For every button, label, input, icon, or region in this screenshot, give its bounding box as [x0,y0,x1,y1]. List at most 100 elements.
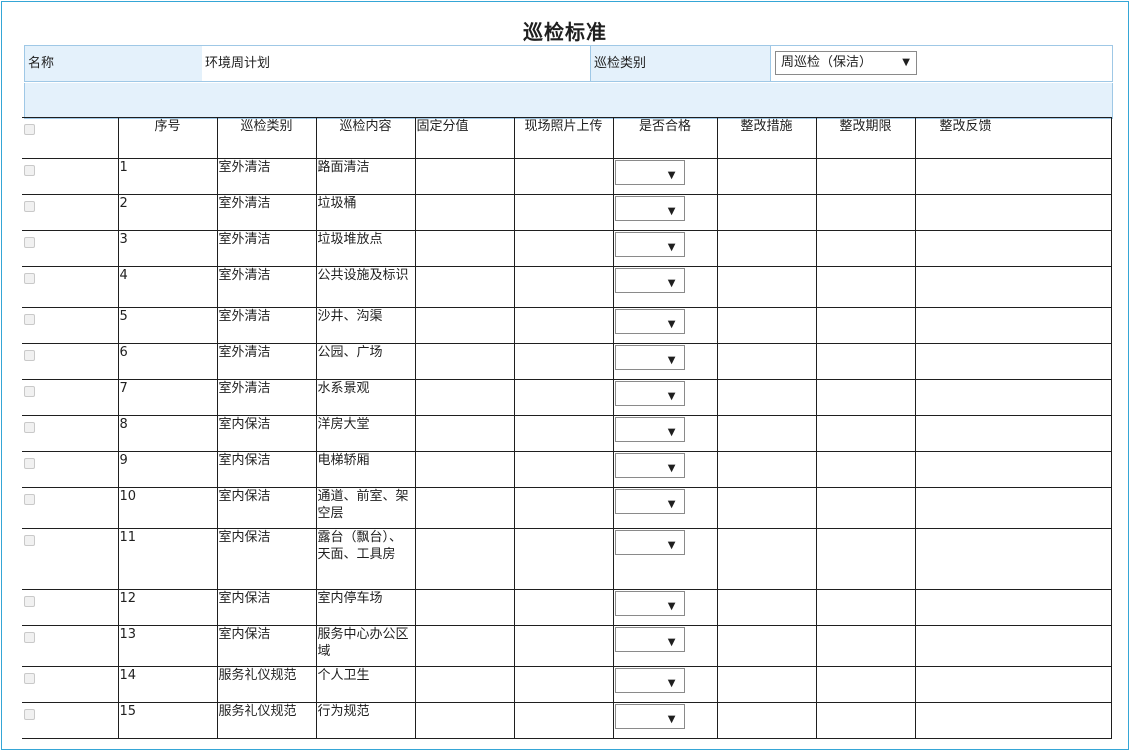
row-feedback [914,266,1112,308]
row-index: 2 [117,194,218,231]
row-content: 公园、广场 [315,343,416,380]
row-checkbox[interactable] [24,350,35,361]
row-content: 垃圾堆放点 [315,230,416,267]
row-category: 室内保洁 [216,625,317,667]
qualified-select[interactable]: ▼ [614,345,685,370]
inspection-category-select[interactable]: 周巡检（保洁） ▼ [775,51,917,75]
row-deadline [815,528,916,590]
row-photo [513,487,614,529]
row-checkbox[interactable] [24,273,35,284]
row-checkbox[interactable] [24,201,35,212]
row-measures [716,266,817,308]
row-index: 5 [117,307,218,344]
qualified-select[interactable]: ▼ [614,453,685,478]
row-checkbox[interactable] [24,165,35,176]
row-content: 电梯轿厢 [315,451,416,488]
row-category: 室外清洁 [216,379,317,416]
qualified-select[interactable]: ▼ [614,196,685,221]
row-feedback [914,343,1112,380]
row-checkbox[interactable] [24,458,35,469]
qualified-select[interactable]: ▼ [614,668,685,693]
row-category: 室外清洁 [216,343,317,380]
row-category: 室内保洁 [216,528,317,590]
row-measures [716,528,817,590]
select-all-checkbox[interactable] [24,124,35,135]
row-checkbox[interactable] [24,494,35,505]
row-content: 行为规范 [315,702,416,739]
row-score [414,625,515,667]
chevron-down-icon: ▼ [667,678,676,689]
row-category: 室内保洁 [216,451,317,488]
row-checkbox[interactable] [24,709,35,720]
row-qualified: ▼ [612,666,718,703]
table-row: 9 室内保洁 电梯轿厢 ▼ [22,451,1112,488]
row-measures [716,702,817,739]
row-select-cell [22,158,119,195]
qualified-select[interactable]: ▼ [614,309,685,334]
qualified-select[interactable]: ▼ [614,704,685,729]
row-photo [513,528,614,590]
row-select-cell [22,266,119,308]
row-deadline [815,379,916,416]
row-feedback [914,625,1112,667]
row-score [414,589,515,626]
row-deadline [815,487,916,529]
row-checkbox[interactable] [24,237,35,248]
row-category: 室内保洁 [216,415,317,452]
row-feedback [914,379,1112,416]
row-score [414,702,515,739]
row-index: 1 [117,158,218,195]
page-title: 巡检标准 [523,20,607,44]
qualified-select[interactable]: ▼ [614,268,685,293]
row-score [414,415,515,452]
row-content: 室内停车场 [315,589,416,626]
row-qualified: ▼ [612,266,718,308]
row-measures [716,589,817,626]
table-row: 8 室内保洁 洋房大堂 ▼ [22,415,1112,452]
row-select-cell [22,343,119,380]
row-checkbox[interactable] [24,386,35,397]
row-photo [513,343,614,380]
row-index: 15 [117,702,218,739]
row-qualified: ▼ [612,343,718,380]
qualified-select[interactable]: ▼ [614,627,685,652]
row-photo [513,702,614,739]
row-checkbox[interactable] [24,535,35,546]
row-checkbox[interactable] [24,596,35,607]
row-checkbox[interactable] [24,632,35,643]
row-qualified: ▼ [612,589,718,626]
row-qualified: ▼ [612,230,718,267]
row-content: 露台（飘台）、天面、工具房 [315,528,416,590]
header-qualified: 是否合格 [612,117,718,159]
qualified-select[interactable]: ▼ [614,381,685,406]
row-deadline [815,307,916,344]
row-checkbox[interactable] [24,673,35,684]
row-select-cell [22,702,119,739]
row-measures [716,307,817,344]
row-checkbox[interactable] [24,422,35,433]
row-deadline [815,158,916,195]
qualified-select[interactable]: ▼ [614,232,685,257]
qualified-select[interactable]: ▼ [614,417,685,442]
row-measures [716,379,817,416]
row-content: 洋房大堂 [315,415,416,452]
row-content: 服务中心办公区域 [315,625,416,667]
qualified-select[interactable]: ▼ [614,160,685,185]
chevron-down-icon: ▼ [667,540,676,551]
header-photo: 现场照片上传 [513,117,614,159]
row-photo [513,415,614,452]
qualified-select[interactable]: ▼ [614,530,685,555]
row-content: 路面清洁 [315,158,416,195]
row-select-cell [22,415,119,452]
row-select-cell [22,625,119,667]
row-index: 7 [117,379,218,416]
table-row: 2 室外清洁 垃圾桶 ▼ [22,194,1112,231]
row-measures [716,343,817,380]
qualified-select[interactable]: ▼ [614,489,685,514]
qualified-select[interactable]: ▼ [614,591,685,616]
row-checkbox[interactable] [24,314,35,325]
row-qualified: ▼ [612,194,718,231]
row-measures [716,415,817,452]
table-row: 15 服务礼仪规范 行为规范 ▼ [22,702,1112,739]
row-photo [513,451,614,488]
